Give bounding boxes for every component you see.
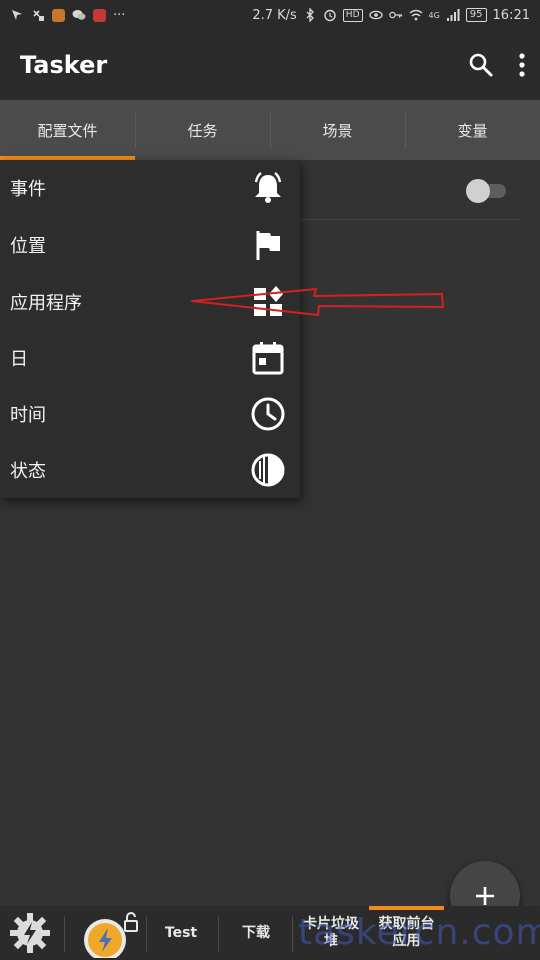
bottom-separator: [218, 916, 219, 952]
calendar-icon: [252, 342, 284, 375]
menu-item-label: 应用程序: [10, 293, 82, 314]
watermark: taskercn.com: [298, 912, 540, 953]
toggle-thumb: [466, 179, 490, 203]
network-speed: 2.7 K/s: [252, 7, 297, 23]
project-tasker-locked[interactable]: [76, 906, 142, 960]
context-type-menu: 事件 位置 应用程序 日 时间 状态: [0, 160, 300, 498]
profile-toggle[interactable]: [466, 179, 506, 203]
hd-badge: HD: [342, 8, 363, 22]
project-settings[interactable]: [0, 906, 60, 960]
tab-scenes-label: 场景: [322, 121, 353, 140]
menu-item-time[interactable]: 时间: [0, 386, 300, 442]
tab-bar: 配置文件 任务 场景 变量: [0, 100, 540, 160]
menu-item-label: 时间: [10, 405, 46, 426]
location-arrow-icon: [12, 10, 22, 20]
bottom-separator: [146, 916, 147, 952]
bottom-separator: [64, 916, 65, 952]
wechat-icon: [72, 10, 86, 20]
tab-variables[interactable]: 变量: [405, 100, 540, 160]
project-test[interactable]: Test: [150, 906, 212, 960]
plus-icon: [476, 887, 494, 905]
active-project-indicator: [369, 906, 444, 910]
status-bar: ··· 2.7 K/s HD 4G 95 16:21: [0, 0, 540, 30]
menu-item-label: 事件: [10, 179, 46, 200]
wifi-icon: [409, 9, 422, 21]
menu-item-state[interactable]: 状态: [0, 442, 300, 498]
key-icon: [388, 11, 402, 19]
search-icon[interactable]: [468, 52, 494, 78]
bluetooth-icon: [306, 8, 314, 22]
tab-tasks[interactable]: 任务: [135, 100, 270, 160]
signal-icon: [446, 9, 460, 21]
row-divider: [300, 219, 520, 220]
app-title: Tasker: [20, 51, 108, 79]
eye-icon: [368, 10, 383, 20]
accessibility-icon: [33, 10, 44, 21]
app-bar: Tasker: [0, 30, 540, 100]
gear-icon: [10, 913, 50, 953]
flag-icon: [256, 231, 280, 260]
bottom-separator: [292, 916, 293, 952]
tab-profiles-label: 配置文件: [37, 121, 98, 140]
clock-icon: [251, 397, 285, 431]
red-arrow-annotation: [191, 288, 444, 316]
menu-item-label: 日: [10, 349, 28, 370]
project-download[interactable]: 下载: [224, 906, 288, 960]
tab-tasks-label: 任务: [187, 121, 218, 140]
state-icon: [251, 453, 285, 487]
app-notification-icon: [52, 8, 65, 22]
status-left-icons: ···: [10, 8, 125, 23]
menu-item-day[interactable]: 日: [0, 330, 300, 386]
menu-item-label: 位置: [10, 236, 46, 257]
tasker-lock-icon: [84, 912, 138, 958]
tab-profiles[interactable]: 配置文件: [0, 100, 135, 160]
overflow-menu-icon[interactable]: [518, 52, 526, 78]
battery-indicator: 95: [465, 8, 487, 22]
menu-item-label: 状态: [10, 461, 46, 482]
clock: 16:21: [492, 7, 530, 23]
menu-item-location[interactable]: 位置: [0, 217, 300, 273]
status-right-icons: 2.7 K/s HD 4G 95 16:21: [252, 8, 530, 23]
alarm-icon: [324, 9, 336, 22]
tab-variables-label: 变量: [457, 121, 488, 140]
network-type: 4G: [428, 10, 440, 20]
app-bar-actions: [468, 52, 526, 78]
status-more-dots: ···: [113, 7, 126, 23]
weibo-icon: [93, 8, 106, 22]
menu-item-event[interactable]: 事件: [0, 160, 300, 216]
tab-scenes[interactable]: 场景: [270, 100, 405, 160]
bell-icon: [254, 172, 282, 203]
